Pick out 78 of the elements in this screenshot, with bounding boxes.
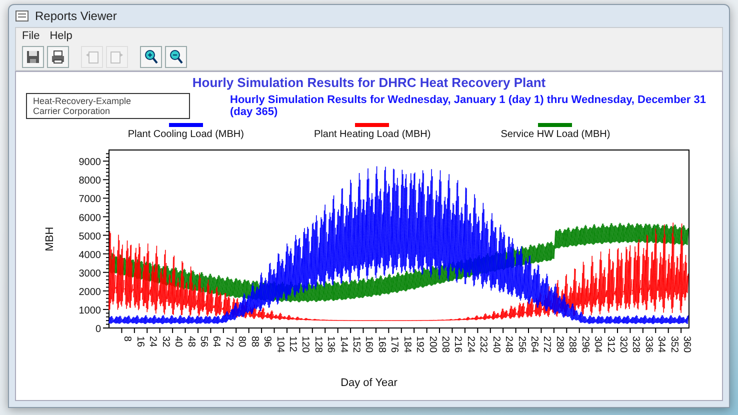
header-text: Carrier Corporation bbox=[33, 106, 112, 116]
x-tick-label: 280 bbox=[554, 336, 565, 353]
x-tick-label: 312 bbox=[604, 336, 616, 353]
x-tick-label: 80 bbox=[236, 336, 248, 348]
printer-icon bbox=[50, 49, 66, 65]
x-tick-label: 224 bbox=[464, 336, 476, 353]
report-title: Hourly Simulation Results for DHRC Heat Recovery Plant bbox=[192, 75, 546, 90]
y-tick-label: 2000 bbox=[78, 286, 101, 298]
x-tick-label: 256 bbox=[516, 336, 527, 353]
toolbar-button[interactable] bbox=[47, 46, 69, 68]
x-tick-label: 192 bbox=[414, 336, 426, 353]
y-axis-title: MBH bbox=[44, 226, 56, 252]
x-tick-label: 120 bbox=[300, 336, 311, 353]
x-tick-label: 328 bbox=[630, 336, 642, 353]
x-tick-label: 304 bbox=[592, 336, 604, 353]
toolbar-button[interactable] bbox=[165, 46, 187, 68]
menu-item[interactable]: File bbox=[22, 30, 40, 42]
x-tick-label: 320 bbox=[618, 336, 628, 353]
y-tick-label: 5000 bbox=[78, 231, 101, 242]
legend-label: Plant Heating Load (MBH) bbox=[314, 129, 431, 140]
x-tick-label: 112 bbox=[286, 336, 298, 352]
y-tick-label: 1000 bbox=[78, 305, 101, 316]
x-tick-label: 32 bbox=[160, 336, 171, 348]
x-tick-label: 216 bbox=[452, 336, 464, 353]
page-forward-icon bbox=[109, 49, 125, 65]
x-tick-label: 264 bbox=[528, 336, 540, 353]
x-tick-label: 104 bbox=[274, 336, 286, 353]
y-tick-label: 0 bbox=[95, 324, 101, 335]
x-tick-label: 64 bbox=[210, 336, 222, 348]
legend-label: Plant Cooling Load (MBH) bbox=[128, 129, 244, 140]
x-tick-label: 160 bbox=[363, 336, 374, 353]
legend-label: Service HW Load (MBH) bbox=[500, 129, 610, 140]
y-tick-label: 6000 bbox=[78, 212, 101, 224]
x-tick-label: 344 bbox=[656, 336, 667, 353]
x-tick-label: 200 bbox=[426, 336, 438, 353]
zoom-in-icon bbox=[143, 49, 159, 65]
x-tick-label: 48 bbox=[185, 336, 196, 348]
toolbar-button[interactable] bbox=[22, 46, 44, 68]
save-icon bbox=[25, 49, 41, 65]
zoom-out-icon bbox=[168, 49, 184, 65]
x-tick-label: 296 bbox=[579, 336, 590, 353]
report-icon bbox=[15, 10, 29, 22]
x-tick-label: 72 bbox=[223, 336, 234, 348]
x-tick-label: 168 bbox=[376, 336, 387, 353]
x-tick-label: 136 bbox=[325, 336, 336, 353]
x-tick-label: 336 bbox=[642, 336, 654, 353]
page-back-icon bbox=[84, 49, 100, 65]
x-tick-label: 40 bbox=[172, 336, 184, 348]
x-axis-title: Day of Year bbox=[340, 377, 398, 389]
toolbar-button[interactable] bbox=[140, 46, 162, 68]
x-tick-label: 208 bbox=[440, 336, 451, 353]
x-tick-label: 16 bbox=[134, 336, 146, 348]
x-tick-label: 24 bbox=[147, 336, 158, 348]
y-tick-label: 9000 bbox=[78, 157, 101, 168]
report-subtitle: Hourly Simulation Results for Wednesday, January 1 (day 1) thru Wednesday, December 31 (day 365) bbox=[230, 94, 707, 118]
x-tick-label: 152 bbox=[350, 336, 362, 353]
x-tick-label: 88 bbox=[248, 336, 260, 348]
menu-item[interactable]: Help bbox=[50, 30, 72, 42]
x-tick-label: 232 bbox=[478, 336, 489, 353]
x-tick-label: 240 bbox=[490, 336, 502, 353]
y-tick-label: 4000 bbox=[78, 250, 101, 261]
header-text: Heat-Recovery-Example bbox=[33, 96, 132, 106]
x-tick-label: 248 bbox=[503, 336, 514, 353]
x-tick-label: 144 bbox=[338, 336, 349, 353]
x-tick-label: 272 bbox=[541, 336, 552, 353]
x-tick-label: 352 bbox=[668, 336, 680, 353]
y-tick-label: 8000 bbox=[78, 176, 101, 187]
x-tick-label: 128 bbox=[312, 336, 324, 353]
y-tick-label: 3000 bbox=[78, 268, 101, 280]
x-tick-label: 176 bbox=[388, 336, 400, 353]
x-tick-label: 56 bbox=[198, 336, 209, 348]
x-tick-label: 96 bbox=[262, 336, 273, 348]
x-tick-label: 360 bbox=[681, 336, 692, 353]
window-title: Reports Viewer bbox=[35, 9, 117, 23]
y-tick-label: 7000 bbox=[78, 194, 101, 206]
x-tick-label: 8 bbox=[122, 336, 133, 342]
x-tick-label: 288 bbox=[566, 336, 578, 353]
x-tick-label: 184 bbox=[401, 336, 412, 353]
